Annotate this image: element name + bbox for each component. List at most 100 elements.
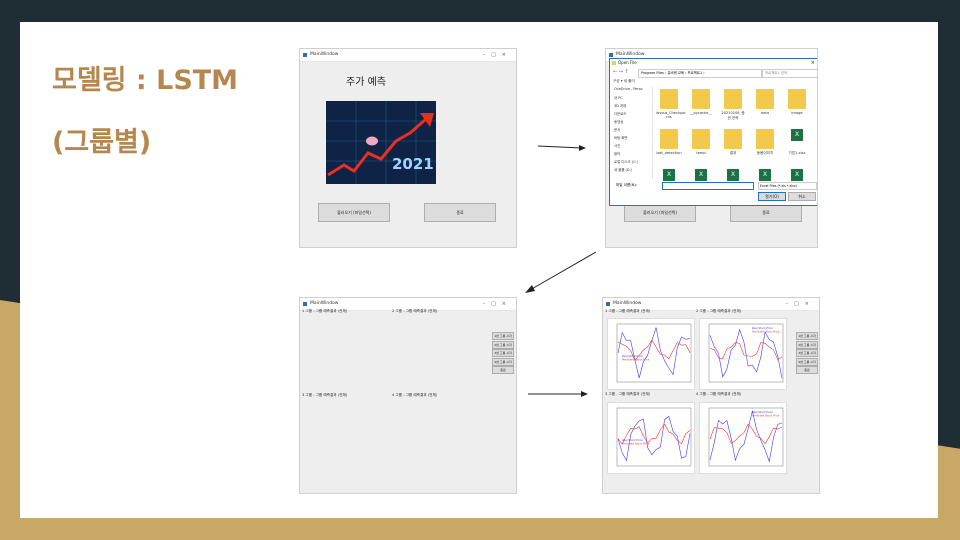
group-view-button[interactable]: 4번 그룹 시각 <box>492 357 514 366</box>
file-item[interactable]: 결과 <box>718 127 748 165</box>
filetype-select[interactable]: Excel Files (*.xls *.xlsx) <box>758 182 817 190</box>
file-name: 동봉이미지 <box>756 151 774 155</box>
group-view-button[interactable]: 1번 그룹 시각 <box>796 332 818 340</box>
nav-item[interactable]: 로컬 디스크 (C:) <box>614 159 638 164</box>
excel-file-icon[interactable]: X <box>759 169 771 181</box>
close-icon[interactable]: × <box>811 59 815 67</box>
group-view-button[interactable]: 1번 그룹 시각 <box>492 332 514 340</box>
file-item[interactable]: __pycache__ <box>686 87 716 125</box>
dialog-titlebar: Open File × <box>610 59 817 67</box>
folder-icon <box>788 89 806 109</box>
window-controls[interactable]: –□× <box>483 49 512 61</box>
filename-input[interactable] <box>662 182 754 190</box>
folder-icon <box>756 129 774 149</box>
legend-entry: Real Stock Price <box>622 438 643 442</box>
main-window-3: MainWindow –□× 1 그룹 - 그룹 예측결과 (전체) 2 그룹 -… <box>299 297 517 494</box>
group-view-button[interactable]: 2번 그룹 시각 <box>796 340 818 349</box>
plot-frame <box>616 407 692 467</box>
window-controls[interactable]: –□× <box>786 298 815 310</box>
file-name: temp <box>696 151 706 155</box>
nav-item[interactable]: OneDrive - Perso <box>614 87 643 91</box>
app-icon <box>609 53 613 57</box>
window-title: MainWindow <box>613 301 642 306</box>
folder-icon <box>724 89 742 109</box>
excel-file-icon[interactable]: X <box>727 169 739 181</box>
legend-entry: Predicted Stock Price <box>622 442 650 446</box>
folder-icon <box>692 89 710 109</box>
file-name: 20210106_증권 전략 <box>721 111 745 120</box>
nav-item[interactable]: 동영상 <box>614 119 623 124</box>
group-view-button[interactable]: 4번 그룹 시각 <box>796 357 818 366</box>
group3-label: 3 그룹 - 그룹 예측결과 (전체) <box>605 392 651 396</box>
prediction-chart: Real Stock Price Predicted Stock Price <box>699 318 787 390</box>
nav-item[interactable]: 3D 개체 <box>614 103 626 108</box>
app-icon <box>606 302 610 306</box>
group-view-button[interactable]: 2번 그룹 시각 <box>492 340 514 349</box>
file-name: last_detection <box>656 151 682 155</box>
real-price-line <box>617 327 691 379</box>
dialog-toolbar[interactable]: 구성 ▾ 새 폴더 <box>613 79 635 84</box>
main-window-4: MainWindow –□× 1 그룹 - 그룹 예측결과 (전체) 2 그룹 -… <box>602 297 820 494</box>
cancel-button[interactable]: 취소 <box>788 192 816 201</box>
folder-icon <box>724 129 742 149</box>
prediction-chart: Real Stock Price Predicted Stock Price <box>607 318 695 390</box>
excel-file-icon: X <box>791 129 803 141</box>
banner-year: 2021 <box>392 155 434 173</box>
file-item[interactable]: temp <box>686 127 716 165</box>
address-row: ← → ↑ Program Files › 유비쿼 교육 › 프로젝트1 › 프… <box>612 69 817 78</box>
file-item[interactable]: 동봉이미지 <box>750 127 780 165</box>
main-window-1: MainWindow –□× 주가 예측 2021 불러오기 (파일선택) 종료 <box>299 48 517 248</box>
predicted-price-line <box>709 423 783 445</box>
group-view-button[interactable]: 3번 그룹 시각 <box>796 349 818 358</box>
folder-icon <box>612 61 616 65</box>
dialog-title: Open File <box>618 60 637 65</box>
arrow-down-left <box>525 251 597 293</box>
open-button[interactable]: 열기(O) <box>758 192 786 201</box>
exit-button[interactable]: 종료 <box>796 366 818 375</box>
app-icon <box>303 53 307 57</box>
excel-file-icon[interactable]: X <box>663 169 675 181</box>
nav-arrows-icon[interactable]: ← → ↑ <box>613 69 629 75</box>
excel-file-icon[interactable]: X <box>695 169 707 181</box>
file-item[interactable]: image <box>782 87 812 125</box>
filename-label: 파일 이름(N): <box>616 183 638 187</box>
nav-item[interactable]: 음악 <box>614 151 620 156</box>
group3-label: 3 그룹 - 그룹 예측결과 (전체) <box>302 393 348 397</box>
nav-item[interactable]: 문서 <box>614 127 620 132</box>
real-price-line <box>709 328 783 379</box>
load-file-button[interactable]: 불러오기 (파일선택) <box>318 203 390 222</box>
window-titlebar: MainWindow –□× <box>300 49 516 62</box>
file-item[interactable]: last_detection <box>654 127 684 165</box>
legend-entry: Predicted Stock Price <box>752 330 780 334</box>
nav-item[interactable]: 다운로드 <box>614 111 626 116</box>
nav-item[interactable]: 사진 <box>614 143 620 148</box>
main-window-2: MainWindow 불러오기 (파일선택) 종료 Open File × ← →… <box>605 48 818 248</box>
arrow-right-1 <box>537 145 586 151</box>
window-controls[interactable]: –□× <box>483 298 512 310</box>
group1-label: 1 그룹 - 그룹 예측결과 (전체) <box>605 309 651 313</box>
file-item[interactable]: X 기업1.xlsx <box>782 127 812 165</box>
window-title: MainWindow <box>616 52 645 57</box>
slide-subtitle: (그룹별) <box>52 127 152 158</box>
search-input[interactable]: 프로젝트1 검색 <box>762 69 817 78</box>
arrow-right-2 <box>528 391 588 397</box>
exit-button[interactable]: 종료 <box>424 203 496 222</box>
folder-icon <box>692 129 710 149</box>
file-item[interactable]: 20210106_증권 전략 <box>718 87 748 125</box>
nav-item[interactable]: 바탕 화면 <box>614 135 628 140</box>
group4-label: 4 그룹 - 그룹 예측결과 (전체) <box>392 393 438 397</box>
file-item[interactable]: layout_Checkpoi nts <box>654 87 686 125</box>
nav-item[interactable]: 내 PC <box>614 95 623 100</box>
prediction-chart: Real Stock Price Predicted Stock Price <box>699 402 787 474</box>
group-view-button[interactable]: 3번 그룹 시각 <box>492 349 514 358</box>
real-price-line <box>709 410 783 463</box>
address-bar[interactable]: Program Files › 유비쿼 교육 › 프로젝트1 › <box>638 69 762 78</box>
excel-file-icon[interactable]: X <box>791 169 803 181</box>
open-file-dialog: Open File × ← → ↑ Program Files › 유비쿼 교육 … <box>609 58 817 206</box>
nav-item[interactable]: 새 볼륨 (D:) <box>614 167 632 172</box>
app-heading: 주가 예측 <box>346 77 386 88</box>
file-item[interactable]: data <box>750 87 780 125</box>
exit-button[interactable]: 종료 <box>492 366 514 375</box>
folder-icon <box>660 129 678 149</box>
prediction-chart: Real Stock Price Predicted Stock Price <box>607 402 695 474</box>
